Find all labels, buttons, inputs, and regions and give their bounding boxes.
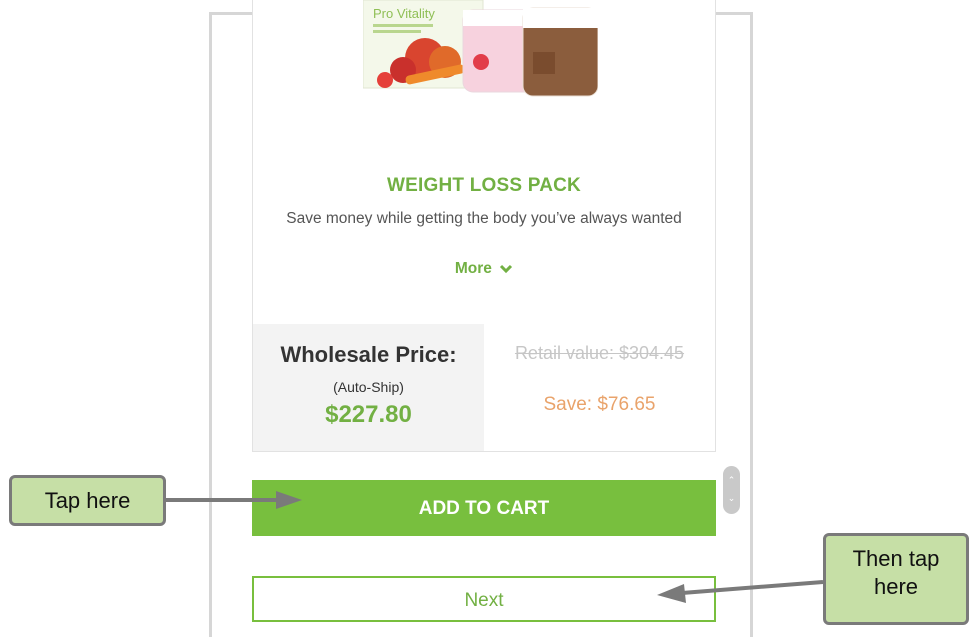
product-image: Pro Vitality — [363, 0, 598, 97]
then-tap-here-callout: Then tap here — [823, 533, 969, 625]
retail-value: Retail value: $304.45 — [514, 343, 685, 363]
wholesale-price-panel: Wholesale Price: (Auto-Ship) $227.80 — [253, 324, 484, 451]
product-description: Save money while getting the body you’ve… — [286, 210, 682, 227]
tap-here-callout: Tap here — [9, 475, 166, 526]
scrollbar-thumb[interactable]: ⌃ ⌄ — [723, 466, 740, 514]
scroll-up-icon: ⌃ — [727, 475, 736, 485]
more-label: More — [454, 260, 492, 277]
next-button[interactable]: Next — [252, 576, 716, 622]
autoship-note: (Auto-Ship) — [333, 379, 404, 395]
chevron-down-icon — [500, 264, 513, 274]
savings-amount: Save: $76.65 — [543, 394, 656, 415]
product-title: WEIGHT LOSS PACK — [387, 175, 581, 196]
retail-price-panel: Retail value: $304.45 Save: $76.65 — [484, 324, 715, 451]
callout-line-2: here — [873, 574, 919, 599]
add-to-cart-button[interactable]: ADD TO CART — [252, 480, 716, 536]
wholesale-price: $227.80 — [325, 401, 412, 428]
svg-text:Pro Vitality: Pro Vitality — [373, 6, 435, 21]
callout-line-1: Then tap — [852, 546, 940, 571]
scroll-down-icon: ⌄ — [727, 493, 736, 503]
more-link[interactable]: More — [253, 260, 715, 278]
wholesale-price-label: Wholesale Price: — [280, 342, 457, 367]
product-card: Pro Vitality WEIGHT LOSS PACK Save money… — [252, 0, 716, 452]
